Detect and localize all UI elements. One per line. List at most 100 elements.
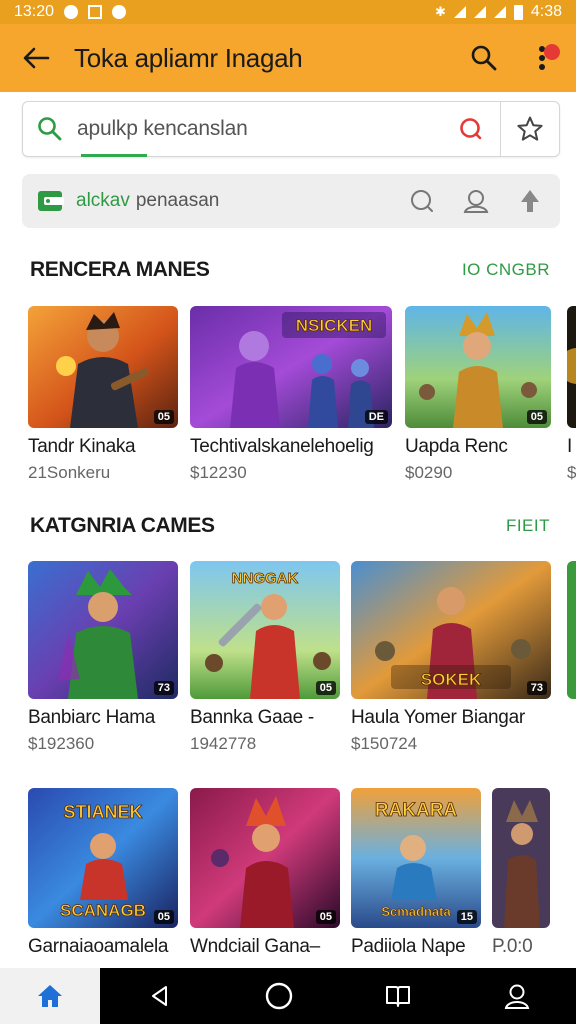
- profile-icon: [504, 984, 529, 1009]
- rating-badge: 05: [315, 910, 336, 924]
- star-icon: [517, 116, 543, 141]
- game-thumbnail: STIANEK SCANAGB 05: [28, 788, 178, 928]
- search-cursor-underline: [81, 154, 147, 157]
- person-icon: [463, 190, 489, 213]
- art-title-top: STIANEK: [63, 802, 142, 822]
- rating-badge: 05: [526, 410, 547, 424]
- account-button[interactable]: [460, 185, 492, 217]
- search-input[interactable]: apulkp kencanslan: [77, 117, 442, 141]
- game-title: Banbiarc Hama: [28, 707, 156, 728]
- game-thumbnail: 05: [405, 306, 551, 428]
- game-thumbnail: [492, 788, 550, 928]
- more-menu-button[interactable]: [522, 38, 562, 78]
- game-price: 21Sonkeru: [28, 463, 111, 482]
- filter-bar[interactable]: alckav penaasan: [22, 174, 560, 228]
- game-card[interactable]: 05 Uapda Renc $0290: [405, 306, 551, 483]
- wifi-icon: [453, 6, 466, 18]
- status-bar: 13:20 ✱ 4:38: [0, 0, 576, 24]
- game-row-2: 73 Banbiarc Hama $192360 NNGGAK 05 Bannk…: [28, 561, 576, 753]
- game-price: $12230: [190, 463, 247, 482]
- game-card[interactable]: NSICKEN DE Techtivalskanelehoelig $12230: [190, 306, 392, 483]
- rating-badge: 05: [153, 910, 174, 924]
- game-card[interactable]: STIANEK SCANAGB 05 Garnaiaoamalela: [28, 788, 178, 958]
- wallet-icon: [38, 191, 64, 211]
- art-title: SCANAGB: [60, 901, 146, 920]
- section-header-2: KATGNRIA CAMES FIEIT: [30, 514, 550, 538]
- home-tab[interactable]: [0, 968, 100, 1024]
- game-title: Bannka Gaae -: [190, 707, 314, 728]
- profile-nav-button[interactable]: [457, 968, 576, 1024]
- game-card-partial[interactable]: [567, 561, 576, 699]
- rating-badge: 73: [526, 681, 547, 695]
- game-row-1: 05 Tandr Kinaka 21Sonkeru NSICKEN DE Tec…: [28, 306, 576, 482]
- notification-dot: [544, 44, 560, 60]
- game-price: 1942778: [190, 734, 257, 753]
- home-icon: [38, 985, 62, 1007]
- back-button[interactable]: [14, 36, 58, 80]
- game-title: Garnaiaoamalela: [28, 936, 169, 957]
- game-row-3: STIANEK SCANAGB 05 Garnaiaoamalela 05 Wn…: [28, 788, 576, 958]
- game-card[interactable]: RAKARA Scmadnata 15 Padiiola Nape: [351, 788, 481, 958]
- game-price: $150724: [351, 734, 418, 753]
- search-icon: [411, 190, 433, 212]
- game-title: Uapda Renc: [405, 436, 508, 457]
- game-title: I: [567, 436, 572, 457]
- navigate-icon: [521, 190, 539, 212]
- game-thumbnail: [567, 561, 576, 699]
- bluetooth-icon: ✱: [434, 4, 446, 19]
- section-header-1: RENCERA MANES IO CNGBR: [30, 258, 550, 282]
- signal-icon: [473, 6, 486, 18]
- art-title: Scmadnata: [381, 904, 451, 919]
- game-title: Wndciail Gana–: [190, 936, 320, 957]
- rating-badge: 15: [456, 910, 477, 924]
- arrow-left-icon: [23, 47, 50, 69]
- game-thumbnail: [567, 306, 576, 428]
- share-button[interactable]: [514, 185, 546, 217]
- game-card[interactable]: 05 Wndciail Gana–: [190, 788, 340, 958]
- sync-icon: [112, 5, 127, 19]
- battery-icon: [513, 4, 523, 20]
- art-title: NSICKEN: [296, 316, 373, 335]
- game-title: Tandr Kinaka: [28, 436, 136, 457]
- game-thumbnail: 05: [190, 788, 340, 928]
- filter-search-button[interactable]: [406, 185, 438, 217]
- status-clock: 4:38: [530, 3, 562, 20]
- rating-badge: 73: [153, 681, 174, 695]
- search-icon: [471, 45, 497, 71]
- rating-badge: 05: [315, 681, 336, 695]
- art-title-top: RAKARA: [375, 800, 458, 821]
- game-card[interactable]: 05 Tandr Kinaka 21Sonkeru: [28, 306, 178, 483]
- game-thumbnail: RAKARA Scmadnata 15: [351, 788, 481, 928]
- back-nav-button[interactable]: [100, 968, 219, 1024]
- app-bar: Toka apliamr Inagah: [0, 24, 576, 92]
- game-card[interactable]: 73 Banbiarc Hama $192360: [28, 561, 178, 754]
- game-title: Techtivalskanelehoelig: [190, 436, 374, 457]
- search-icon: [38, 117, 62, 141]
- game-card-partial[interactable]: I $: [567, 306, 576, 483]
- library-nav-button[interactable]: [338, 968, 457, 1024]
- game-card[interactable]: SOKEK 73 Haula Yomer Biangar $150724: [351, 561, 551, 754]
- game-price: $: [567, 463, 576, 482]
- art-title: SOKEK: [421, 670, 482, 689]
- voice-search-button[interactable]: [442, 102, 500, 156]
- home-circle-icon: [265, 982, 292, 1010]
- gallery-icon: [88, 5, 103, 19]
- book-icon: [385, 986, 410, 1007]
- game-title: P.0:0: [492, 936, 533, 957]
- game-thumbnail: NSICKEN DE: [190, 306, 392, 428]
- search-button[interactable]: [464, 38, 504, 78]
- home-nav-button[interactable]: [219, 968, 338, 1024]
- section-more-link[interactable]: FIEIT: [506, 516, 550, 536]
- filter-label: penaasan: [135, 190, 220, 211]
- filter-accent-label: alckav: [76, 190, 130, 211]
- section-more-link[interactable]: IO CNGBR: [462, 260, 550, 280]
- game-thumbnail: SOKEK 73: [351, 561, 551, 699]
- rating-badge: 05: [153, 410, 174, 424]
- lens-icon: [460, 118, 482, 140]
- favorite-button[interactable]: [501, 102, 559, 156]
- game-card[interactable]: NNGGAK 05 Bannka Gaae - 1942778: [190, 561, 340, 754]
- game-title: Padiiola Nape: [351, 936, 466, 957]
- game-card[interactable]: P.0:0: [492, 788, 550, 958]
- search-bar[interactable]: apulkp kencanslan: [22, 101, 560, 157]
- game-thumbnail: NNGGAK 05: [190, 561, 340, 699]
